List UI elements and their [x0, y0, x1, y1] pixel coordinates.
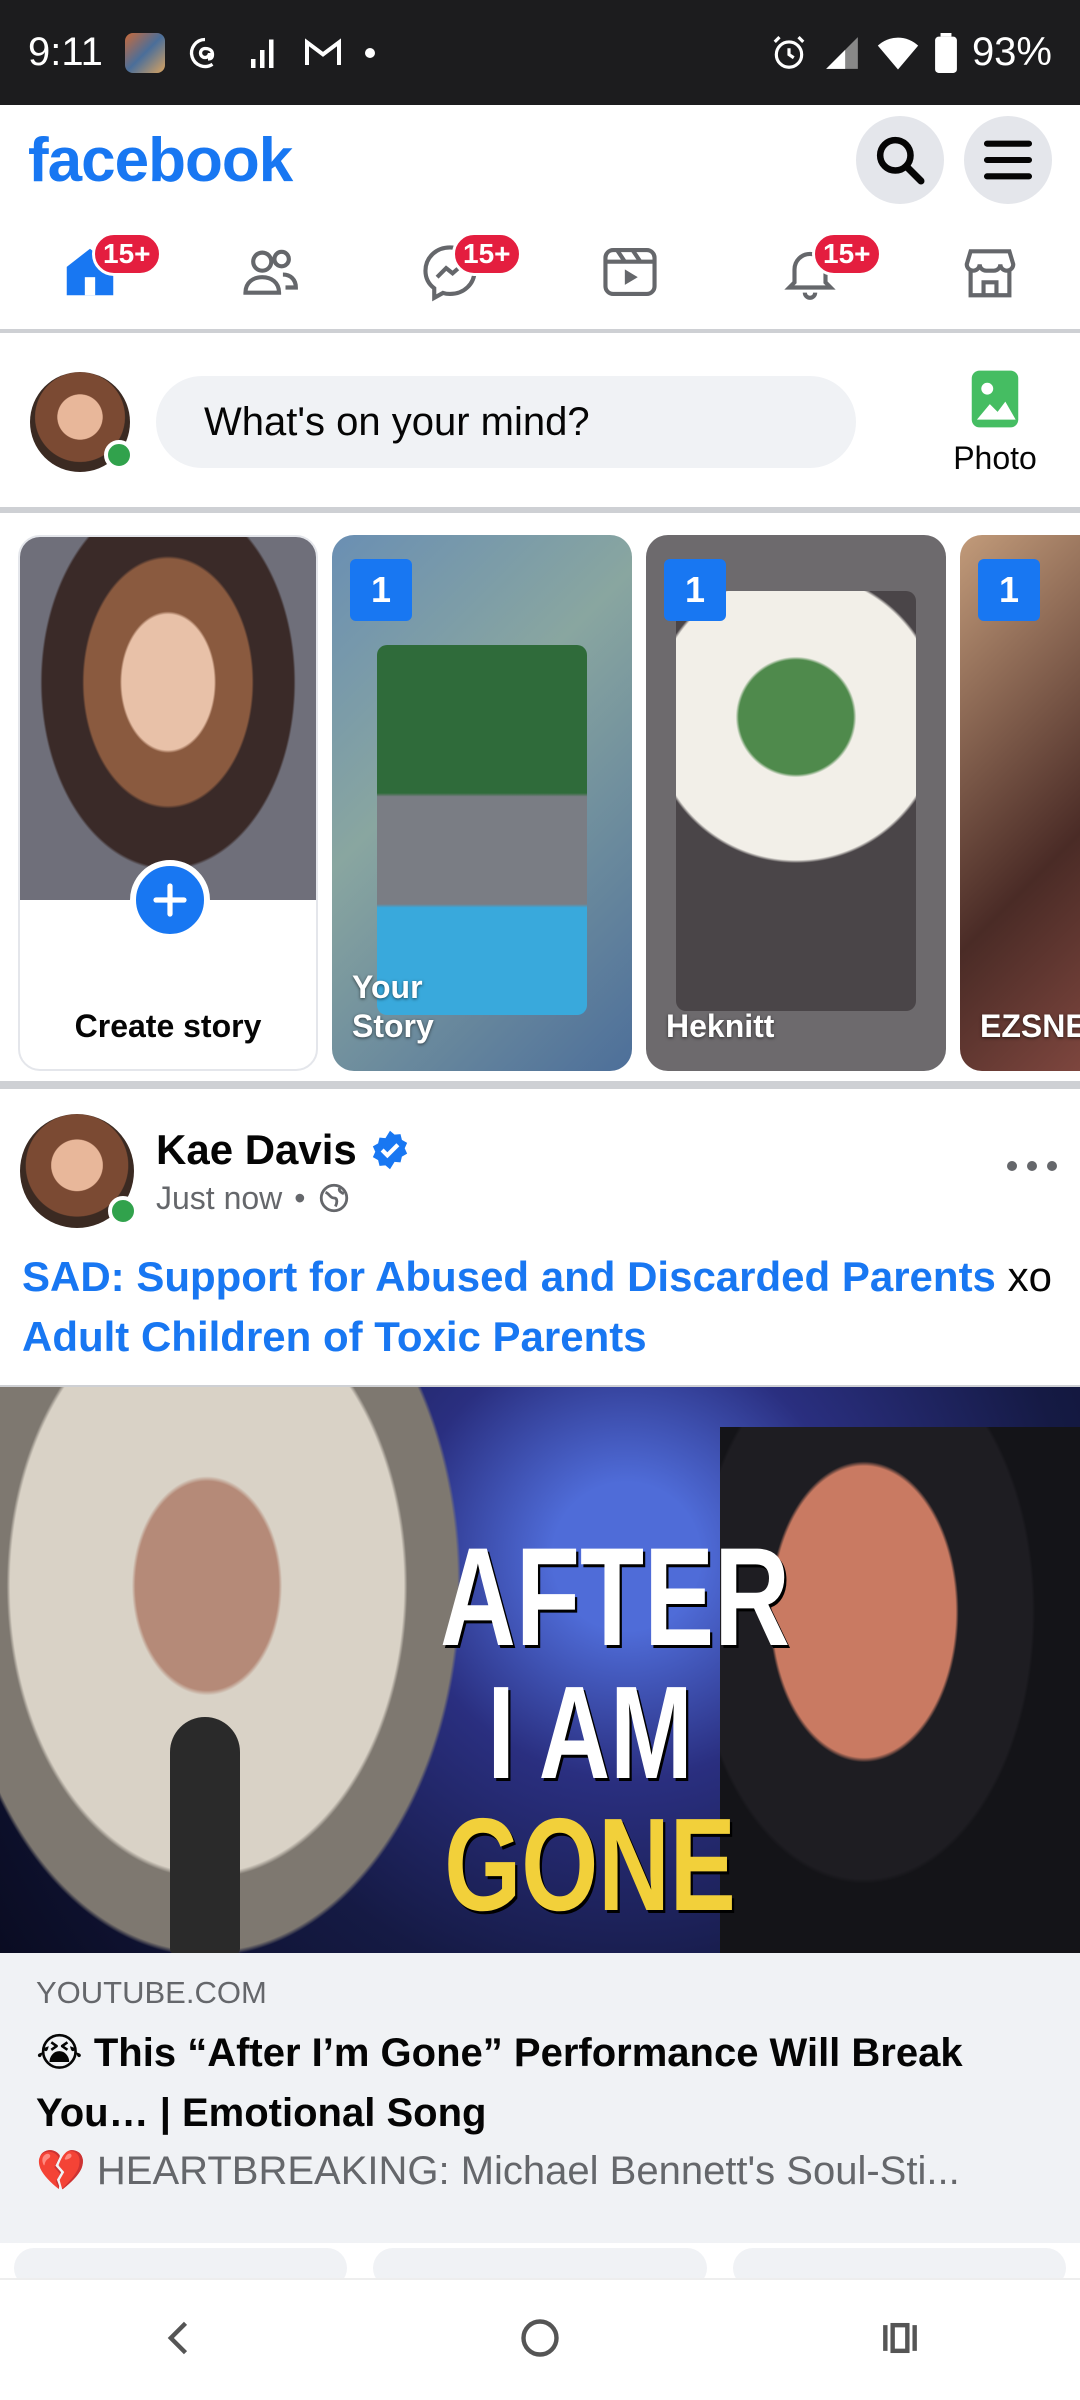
hamburger-icon — [983, 140, 1033, 180]
gmail-icon — [303, 37, 343, 69]
main-nav-tabs: 15+ 15+ 15+ — [0, 215, 1080, 333]
story-card-heknitt[interactable]: 1 Heknitt — [646, 535, 946, 1071]
more-notifications-dot — [364, 47, 375, 58]
signal-small-icon — [245, 35, 281, 71]
system-navigation-bar — [0, 2278, 1080, 2400]
post-text-connector: xo — [1007, 1253, 1052, 1300]
feed-post: Kae Davis Just now • SAD: Support for Ab… — [0, 1097, 1080, 2243]
thumbnail-text-after: AFTER — [440, 1518, 790, 1675]
link-preview-card[interactable]: YOUTUBE.COM 😭 This “After I’m Gone” Perf… — [0, 1953, 1080, 2243]
status-bar: 9:11 93% — [0, 0, 1080, 105]
post-header: Kae Davis Just now • — [0, 1097, 1080, 1228]
notification-app-icon — [124, 32, 165, 73]
thumbnail-title-art: AFTER I AM GONE — [440, 1518, 790, 1931]
post-body-text: SAD: Support for Abused and Discarded Pa… — [0, 1227, 1080, 1367]
home-circle-icon — [521, 2318, 559, 2357]
status-time: 9:11 — [28, 30, 103, 74]
photo-icon — [971, 370, 1019, 427]
recents-icon — [883, 2322, 917, 2353]
marketplace-icon — [964, 249, 1016, 298]
cell-signal-icon — [822, 34, 862, 72]
composer-placeholder: What's on your mind? — [204, 399, 590, 444]
home-badge: 15+ — [92, 232, 162, 276]
photo-button[interactable]: Photo — [940, 368, 1050, 477]
story-name: EZSNE — [980, 1007, 1080, 1044]
alarm-icon — [770, 34, 808, 72]
home-button[interactable] — [518, 2316, 562, 2365]
group-link-adult-children[interactable]: Adult Children of Toxic Parents — [22, 1313, 647, 1360]
facebook-logo[interactable]: facebook — [28, 125, 293, 196]
back-chevron-icon — [167, 2321, 188, 2354]
story-card-ezsne[interactable]: 1 EZSNE — [960, 535, 1080, 1071]
recents-button[interactable] — [878, 2316, 922, 2365]
story-thumbnail — [676, 591, 916, 1011]
tab-notifications[interactable]: 15+ — [750, 222, 882, 322]
user-avatar[interactable] — [30, 372, 134, 472]
globe-icon — [320, 1183, 349, 1213]
post-time[interactable]: Just now — [156, 1180, 282, 1217]
author-avatar[interactable] — [20, 1114, 138, 1228]
story-name: Your Story — [352, 969, 434, 1044]
online-indicator — [108, 1196, 138, 1226]
stories-tray: Create story 1 Your Story 1 Heknitt 1 EZ… — [0, 519, 1080, 1089]
verified-badge-icon — [372, 1130, 407, 1169]
create-story-card[interactable]: Create story — [18, 535, 318, 1071]
post-composer: What's on your mind? Photo — [0, 337, 1080, 513]
tab-home[interactable]: 15+ — [30, 222, 162, 322]
post-more-options-button[interactable] — [1004, 1141, 1060, 1184]
plus-icon — [153, 883, 187, 917]
more-dots-icon — [1007, 1161, 1057, 1171]
link-domain: YOUTUBE.COM — [36, 1975, 267, 2010]
back-button[interactable] — [158, 2316, 202, 2365]
separator-dot: • — [294, 1179, 306, 1216]
create-story-photo — [20, 537, 316, 900]
thumbnail-text-gone: GONE — [444, 1791, 736, 1938]
story-count-badge: 1 — [978, 559, 1040, 621]
story-thumbnail — [377, 645, 587, 1015]
story-count-badge: 1 — [664, 559, 726, 621]
photo-label: Photo — [953, 439, 1037, 476]
search-button[interactable] — [856, 116, 944, 204]
link-title: 😭 This “After I’m Gone” Performance Will… — [36, 2031, 963, 2135]
wifi-icon — [876, 34, 920, 72]
friends-icon — [243, 249, 298, 295]
battery-icon — [934, 32, 958, 73]
threads-icon — [187, 35, 223, 71]
search-icon — [876, 136, 925, 185]
link-preview-image[interactable]: AFTER I AM GONE — [0, 1385, 1080, 1953]
add-story-button[interactable] — [130, 860, 210, 940]
story-count-badge: 1 — [350, 559, 412, 621]
tab-friends[interactable] — [210, 222, 330, 322]
link-description: 💔 HEARTBREAKING: Michael Bennett's Soul-… — [36, 2149, 960, 2193]
menu-button[interactable] — [964, 116, 1052, 204]
microphone — [170, 1717, 240, 1953]
tab-video[interactable] — [570, 222, 690, 322]
online-indicator — [104, 440, 134, 470]
battery-percent: 93% — [971, 30, 1052, 74]
author-name[interactable]: Kae Davis — [156, 1126, 357, 1174]
notifications-badge: 15+ — [812, 232, 882, 276]
create-story-label: Create story — [74, 1008, 262, 1044]
tab-messenger[interactable]: 15+ — [390, 222, 522, 322]
story-name: Heknitt — [666, 1007, 775, 1044]
group-link-sad[interactable]: SAD: Support for Abused and Discarded Pa… — [22, 1253, 996, 1300]
app-header: facebook — [0, 105, 1080, 215]
judge-figure — [720, 1427, 1080, 1953]
post-action-bar — [0, 2248, 1080, 2288]
whats-on-your-mind-input[interactable]: What's on your mind? — [156, 376, 856, 468]
tab-marketplace[interactable] — [930, 222, 1050, 322]
thumbnail-text-i-am: I AM — [487, 1659, 693, 1806]
video-icon — [603, 247, 657, 297]
story-card-your-story[interactable]: 1 Your Story — [332, 535, 632, 1071]
messenger-badge: 15+ — [452, 232, 522, 276]
